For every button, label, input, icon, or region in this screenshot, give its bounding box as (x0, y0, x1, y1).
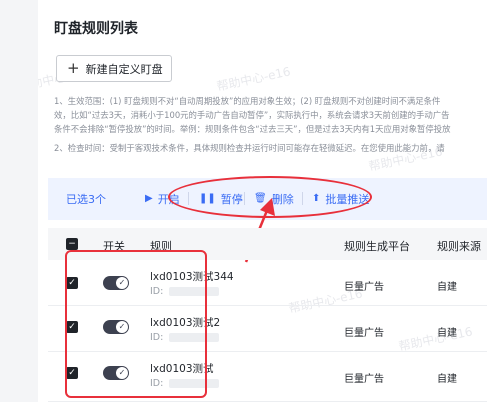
rule-platform: 巨量广告 (344, 328, 384, 339)
column-header-platform: 规则生成平台 (344, 240, 410, 253)
rule-platform: 巨量广告 (344, 374, 384, 385)
description-block: 1、生效范围：(1) 盯盘规则不对“自动周期投放”的应用对象生效；(2) 盯盘规… (54, 94, 451, 136)
description-line: 2、检查时间：受制于客观技术条件，具体规则检查并运行时间可能存在轻微延迟。在您使… (54, 143, 445, 153)
rule-platform: 巨量广告 (344, 282, 384, 293)
play-icon: ▶ (145, 193, 153, 204)
select-all-checkbox[interactable]: − (66, 238, 78, 250)
annotation-rectangle (65, 250, 207, 398)
column-header-source: 规则来源 (437, 240, 481, 253)
selected-count: 已选3个 (66, 193, 106, 206)
rule-source: 自建 (437, 282, 457, 293)
add-custom-rule-button[interactable]: + 新建自定义盯盘 (56, 55, 172, 82)
plus-icon: + (67, 59, 80, 77)
description-line: 1、生效范围：(1) 盯盘规则不对“自动周期投放”的应用对象生效；(2) 盯盘规… (54, 96, 441, 106)
rule-source: 自建 (437, 374, 457, 385)
add-button-label: 新建自定义盯盘 (85, 62, 163, 76)
watermark: 帮助中心-e16 (215, 64, 292, 94)
description-line: 条件不会排除“暂停投放”的时间。举例：规则条件包含“过去三天”，但是过去3天内有… (54, 124, 451, 134)
description-line: 效，比如“过去3天，消耗小于100元的手动广告自动暂停”，实际执行中，系统会请求… (54, 110, 450, 120)
rule-source: 自建 (437, 328, 457, 339)
rules-panel: 帮助中心-e16 帮助中心-e16 帮助中心-e16 帮助中心-e16 帮助中心… (38, 0, 487, 402)
page-title: 盯盘规则列表 (54, 21, 138, 37)
